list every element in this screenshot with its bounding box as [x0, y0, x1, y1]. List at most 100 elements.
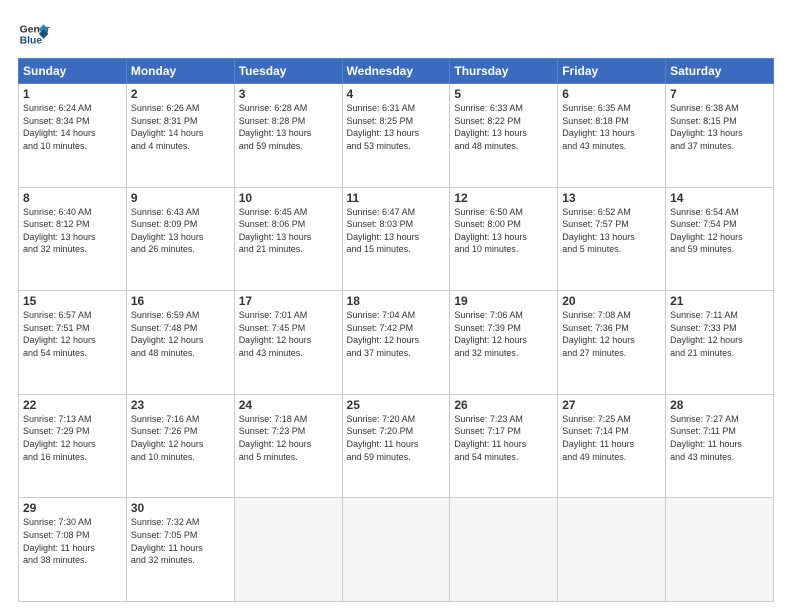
day-number: 3	[239, 87, 338, 101]
day-info: Sunrise: 6:47 AM Sunset: 8:03 PM Dayligh…	[347, 206, 446, 256]
day-number: 4	[347, 87, 446, 101]
calendar-day-11: 11Sunrise: 6:47 AM Sunset: 8:03 PM Dayli…	[342, 187, 450, 291]
day-number: 11	[347, 191, 446, 205]
calendar-week-row: 15Sunrise: 6:57 AM Sunset: 7:51 PM Dayli…	[19, 291, 774, 395]
calendar-day-empty	[558, 498, 666, 602]
calendar-day-24: 24Sunrise: 7:18 AM Sunset: 7:23 PM Dayli…	[234, 394, 342, 498]
day-info: Sunrise: 6:52 AM Sunset: 7:57 PM Dayligh…	[562, 206, 661, 256]
header: General Blue	[18, 18, 774, 50]
day-number: 10	[239, 191, 338, 205]
calendar-day-4: 4Sunrise: 6:31 AM Sunset: 8:25 PM Daylig…	[342, 84, 450, 188]
calendar-table: SundayMondayTuesdayWednesdayThursdayFrid…	[18, 58, 774, 602]
day-info: Sunrise: 6:54 AM Sunset: 7:54 PM Dayligh…	[670, 206, 769, 256]
calendar-day-2: 2Sunrise: 6:26 AM Sunset: 8:31 PM Daylig…	[126, 84, 234, 188]
day-number: 24	[239, 398, 338, 412]
calendar-day-20: 20Sunrise: 7:08 AM Sunset: 7:36 PM Dayli…	[558, 291, 666, 395]
day-number: 6	[562, 87, 661, 101]
day-info: Sunrise: 7:27 AM Sunset: 7:11 PM Dayligh…	[670, 413, 769, 463]
day-info: Sunrise: 7:30 AM Sunset: 7:08 PM Dayligh…	[23, 516, 122, 566]
day-info: Sunrise: 6:33 AM Sunset: 8:22 PM Dayligh…	[454, 102, 553, 152]
day-number: 29	[23, 501, 122, 515]
calendar-day-1: 1Sunrise: 6:24 AM Sunset: 8:34 PM Daylig…	[19, 84, 127, 188]
day-info: Sunrise: 6:45 AM Sunset: 8:06 PM Dayligh…	[239, 206, 338, 256]
day-number: 12	[454, 191, 553, 205]
day-info: Sunrise: 7:06 AM Sunset: 7:39 PM Dayligh…	[454, 309, 553, 359]
day-info: Sunrise: 7:01 AM Sunset: 7:45 PM Dayligh…	[239, 309, 338, 359]
calendar-day-26: 26Sunrise: 7:23 AM Sunset: 7:17 PM Dayli…	[450, 394, 558, 498]
calendar-day-12: 12Sunrise: 6:50 AM Sunset: 8:00 PM Dayli…	[450, 187, 558, 291]
calendar-day-6: 6Sunrise: 6:35 AM Sunset: 8:18 PM Daylig…	[558, 84, 666, 188]
day-info: Sunrise: 7:11 AM Sunset: 7:33 PM Dayligh…	[670, 309, 769, 359]
day-number: 25	[347, 398, 446, 412]
calendar-day-3: 3Sunrise: 6:28 AM Sunset: 8:28 PM Daylig…	[234, 84, 342, 188]
day-number: 16	[131, 294, 230, 308]
day-info: Sunrise: 6:31 AM Sunset: 8:25 PM Dayligh…	[347, 102, 446, 152]
day-number: 18	[347, 294, 446, 308]
calendar-day-empty	[450, 498, 558, 602]
day-number: 19	[454, 294, 553, 308]
day-number: 20	[562, 294, 661, 308]
calendar-day-17: 17Sunrise: 7:01 AM Sunset: 7:45 PM Dayli…	[234, 291, 342, 395]
calendar-day-22: 22Sunrise: 7:13 AM Sunset: 7:29 PM Dayli…	[19, 394, 127, 498]
day-header-friday: Friday	[558, 59, 666, 84]
calendar-day-19: 19Sunrise: 7:06 AM Sunset: 7:39 PM Dayli…	[450, 291, 558, 395]
day-info: Sunrise: 7:25 AM Sunset: 7:14 PM Dayligh…	[562, 413, 661, 463]
day-header-thursday: Thursday	[450, 59, 558, 84]
day-info: Sunrise: 7:32 AM Sunset: 7:05 PM Dayligh…	[131, 516, 230, 566]
day-info: Sunrise: 6:59 AM Sunset: 7:48 PM Dayligh…	[131, 309, 230, 359]
calendar-day-8: 8Sunrise: 6:40 AM Sunset: 8:12 PM Daylig…	[19, 187, 127, 291]
day-header-tuesday: Tuesday	[234, 59, 342, 84]
day-number: 21	[670, 294, 769, 308]
day-header-monday: Monday	[126, 59, 234, 84]
day-number: 15	[23, 294, 122, 308]
calendar-day-empty	[666, 498, 774, 602]
day-info: Sunrise: 6:35 AM Sunset: 8:18 PM Dayligh…	[562, 102, 661, 152]
day-info: Sunrise: 6:40 AM Sunset: 8:12 PM Dayligh…	[23, 206, 122, 256]
day-number: 5	[454, 87, 553, 101]
calendar-day-empty	[234, 498, 342, 602]
day-number: 17	[239, 294, 338, 308]
calendar-week-row: 29Sunrise: 7:30 AM Sunset: 7:08 PM Dayli…	[19, 498, 774, 602]
day-number: 2	[131, 87, 230, 101]
day-number: 7	[670, 87, 769, 101]
svg-text:Blue: Blue	[20, 36, 43, 47]
calendar-day-21: 21Sunrise: 7:11 AM Sunset: 7:33 PM Dayli…	[666, 291, 774, 395]
logo-icon: General Blue	[18, 18, 50, 50]
day-info: Sunrise: 6:28 AM Sunset: 8:28 PM Dayligh…	[239, 102, 338, 152]
calendar-day-30: 30Sunrise: 7:32 AM Sunset: 7:05 PM Dayli…	[126, 498, 234, 602]
day-info: Sunrise: 7:20 AM Sunset: 7:20 PM Dayligh…	[347, 413, 446, 463]
calendar-day-29: 29Sunrise: 7:30 AM Sunset: 7:08 PM Dayli…	[19, 498, 127, 602]
day-header-saturday: Saturday	[666, 59, 774, 84]
day-info: Sunrise: 6:50 AM Sunset: 8:00 PM Dayligh…	[454, 206, 553, 256]
day-number: 26	[454, 398, 553, 412]
calendar-day-25: 25Sunrise: 7:20 AM Sunset: 7:20 PM Dayli…	[342, 394, 450, 498]
day-info: Sunrise: 6:26 AM Sunset: 8:31 PM Dayligh…	[131, 102, 230, 152]
calendar-day-18: 18Sunrise: 7:04 AM Sunset: 7:42 PM Dayli…	[342, 291, 450, 395]
calendar-day-27: 27Sunrise: 7:25 AM Sunset: 7:14 PM Dayli…	[558, 394, 666, 498]
logo: General Blue	[18, 18, 50, 50]
day-header-sunday: Sunday	[19, 59, 127, 84]
day-number: 13	[562, 191, 661, 205]
day-number: 22	[23, 398, 122, 412]
calendar-day-empty	[342, 498, 450, 602]
calendar-header-row: SundayMondayTuesdayWednesdayThursdayFrid…	[19, 59, 774, 84]
day-number: 30	[131, 501, 230, 515]
calendar-day-28: 28Sunrise: 7:27 AM Sunset: 7:11 PM Dayli…	[666, 394, 774, 498]
day-header-wednesday: Wednesday	[342, 59, 450, 84]
calendar-day-5: 5Sunrise: 6:33 AM Sunset: 8:22 PM Daylig…	[450, 84, 558, 188]
calendar-week-row: 8Sunrise: 6:40 AM Sunset: 8:12 PM Daylig…	[19, 187, 774, 291]
calendar-week-row: 22Sunrise: 7:13 AM Sunset: 7:29 PM Dayli…	[19, 394, 774, 498]
day-number: 28	[670, 398, 769, 412]
day-info: Sunrise: 7:18 AM Sunset: 7:23 PM Dayligh…	[239, 413, 338, 463]
calendar-day-9: 9Sunrise: 6:43 AM Sunset: 8:09 PM Daylig…	[126, 187, 234, 291]
day-info: Sunrise: 7:13 AM Sunset: 7:29 PM Dayligh…	[23, 413, 122, 463]
calendar-week-row: 1Sunrise: 6:24 AM Sunset: 8:34 PM Daylig…	[19, 84, 774, 188]
day-number: 1	[23, 87, 122, 101]
calendar-day-7: 7Sunrise: 6:38 AM Sunset: 8:15 PM Daylig…	[666, 84, 774, 188]
page: General Blue SundayMondayTuesdayWednesda…	[0, 0, 792, 612]
day-number: 27	[562, 398, 661, 412]
day-number: 23	[131, 398, 230, 412]
day-number: 9	[131, 191, 230, 205]
calendar-day-13: 13Sunrise: 6:52 AM Sunset: 7:57 PM Dayli…	[558, 187, 666, 291]
day-info: Sunrise: 6:38 AM Sunset: 8:15 PM Dayligh…	[670, 102, 769, 152]
